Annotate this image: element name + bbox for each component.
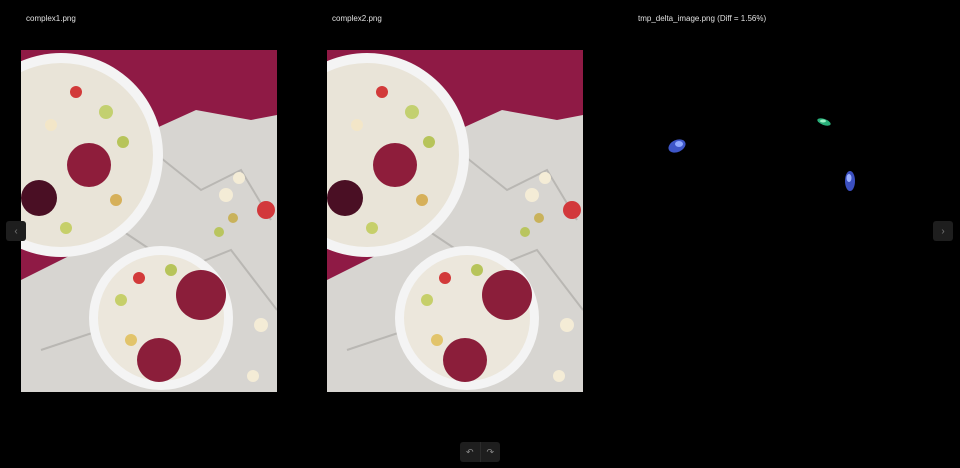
rotate-left-icon: ↶ <box>465 446 474 457</box>
bottom-toolbar: ↶ ↷ <box>460 442 500 462</box>
rotate-right-icon: ↷ <box>486 446 495 457</box>
rotate-left-button[interactable]: ↶ <box>460 442 480 462</box>
image-2-preview <box>327 50 583 392</box>
delta-image-title: tmp_delta_image.png (Diff = 1.56%) <box>638 14 767 23</box>
image-compare-viewer: complex1.png complex2.png tmp_delta_imag… <box>0 0 960 468</box>
rotate-right-button[interactable]: ↷ <box>479 442 501 462</box>
chevron-left-icon: ‹ <box>14 225 18 237</box>
diff-blob-3 <box>845 171 855 191</box>
next-button[interactable]: › <box>933 221 953 241</box>
image-1-title: complex1.png <box>26 14 76 23</box>
delta-image-preview <box>633 50 889 392</box>
food-photo-1 <box>21 50 277 392</box>
chevron-right-icon: › <box>941 225 945 237</box>
delta-diff-map <box>633 50 889 392</box>
food-photo-2 <box>327 50 583 392</box>
previous-button[interactable]: ‹ <box>6 221 26 241</box>
image-1-preview <box>21 50 277 392</box>
image-2-title: complex2.png <box>332 14 382 23</box>
